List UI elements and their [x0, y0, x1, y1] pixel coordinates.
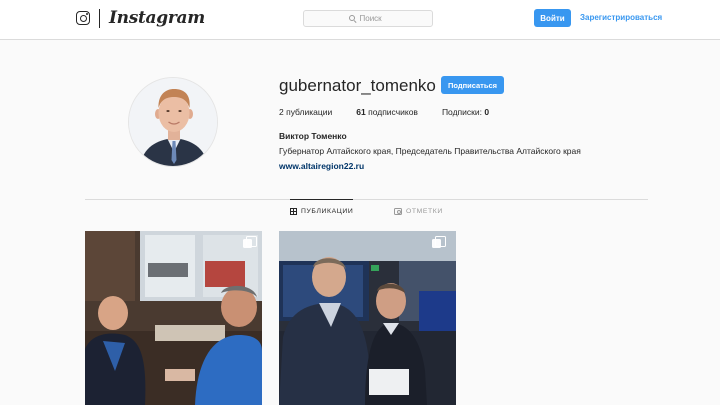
post-photo: [85, 231, 262, 405]
instagram-camera-icon[interactable]: [76, 11, 90, 25]
avatar-photo: [129, 78, 217, 166]
followers-stat[interactable]: 61 подписчиков: [356, 107, 418, 117]
search-box[interactable]: [303, 10, 433, 27]
posts-stat: 2 публикации: [279, 107, 332, 117]
profile-bio: Губернатор Алтайского края, Председатель…: [279, 146, 581, 156]
posts-label: публикации: [286, 107, 333, 117]
followers-label: подписчиков: [368, 107, 418, 117]
multiple-photos-icon: [243, 236, 257, 249]
tabs-divider: [85, 199, 648, 200]
post-photo: [279, 231, 456, 405]
top-nav: Instagram Войти Зарегистрироваться: [0, 0, 720, 40]
instagram-wordmark[interactable]: Instagram: [109, 8, 205, 28]
search-icon: [348, 15, 356, 22]
post-thumbnail[interactable]: [85, 231, 262, 405]
following-label: Подписки:: [441, 107, 482, 117]
nav-divider: [99, 9, 100, 28]
tag-icon: [394, 207, 402, 215]
tab-posts-label: ПУБЛИКАЦИИ: [301, 208, 354, 215]
following-count: 0: [484, 107, 490, 117]
multiple-photos-icon: [432, 236, 446, 249]
profile-username: gubernator_tomenko: [279, 76, 436, 95]
profile-avatar: [128, 77, 218, 167]
profile-website-link[interactable]: www.altairegion22.ru: [279, 161, 364, 171]
profile-full-name: Виктор Томенко: [279, 131, 347, 141]
tab-tagged-label: ОТМЕТКИ: [406, 207, 443, 215]
following-stat[interactable]: Подписки: 0: [442, 107, 489, 117]
profile-stats: 2 публикации 61 подписчиков Подписки: 0: [279, 107, 513, 117]
followers-count: 61: [356, 107, 366, 117]
post-thumbnail[interactable]: [279, 231, 456, 405]
signup-link[interactable]: Зарегистрироваться: [580, 13, 662, 22]
login-button[interactable]: Войти: [534, 9, 571, 27]
tab-tagged[interactable]: ОТМЕТКИ: [394, 199, 443, 223]
tab-posts[interactable]: ПУБЛИКАЦИИ: [290, 199, 354, 223]
posts-count: 2: [279, 107, 284, 117]
grid-icon: [290, 208, 297, 215]
search-input[interactable]: [359, 14, 388, 23]
follow-button[interactable]: Подписаться: [441, 76, 504, 94]
